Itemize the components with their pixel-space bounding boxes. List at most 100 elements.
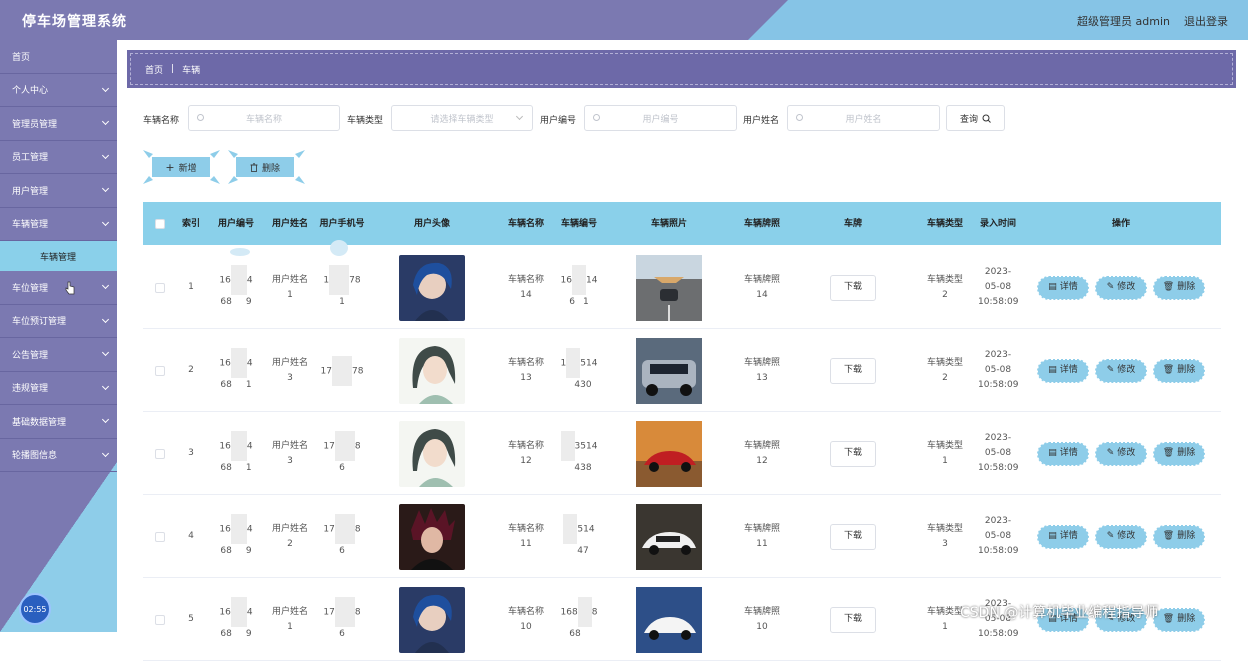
vehicle-name-input[interactable]: 车辆名称	[188, 105, 340, 131]
sidebar-item-a0[interactable]: 首页	[0, 40, 117, 74]
redaction-mask	[334, 597, 355, 627]
sidebar-item-b5[interactable]: 轮播图信息	[0, 439, 117, 472]
detail-button[interactable]: ▤ 详情	[1037, 441, 1089, 466]
avatar	[367, 578, 497, 661]
sidebar-subitem-vehicle-management[interactable]: 车辆管理	[0, 241, 117, 271]
row-checkbox[interactable]	[153, 329, 167, 412]
user-no-cell: 16 4 68 9	[211, 495, 261, 578]
sidebar-item-b4[interactable]: 基础数据管理	[0, 405, 117, 439]
sidebar-item-b1[interactable]: 车位预订管理	[0, 305, 117, 338]
vehicle-no-part: 16	[560, 275, 572, 286]
row-checkbox[interactable]	[153, 412, 167, 495]
vehicle-name-cell: 车辆名称13	[497, 329, 555, 412]
user-name: 用户姓名3	[271, 357, 308, 383]
sidebar-item-label: 首页	[12, 52, 31, 63]
vehicle-plate: 车辆牌照12	[743, 440, 780, 466]
download-button[interactable]: 下载	[830, 523, 876, 550]
row-delete-button[interactable]: 🗑 删除	[1153, 524, 1205, 549]
edit-button[interactable]: ✎ 修改	[1095, 275, 1147, 300]
sidebar-item-a4[interactable]: 用户管理	[0, 174, 117, 208]
row-checkbox[interactable]	[153, 495, 167, 578]
sidebar-item-label: 车位管理	[12, 283, 49, 294]
trash-icon: 🗑	[1162, 282, 1175, 292]
column-header[interactable]: 索引	[171, 202, 211, 245]
download-button[interactable]: 下载	[830, 440, 876, 467]
row-index: 1	[188, 282, 194, 292]
sidebar-item-b3[interactable]: 违规管理	[0, 372, 117, 405]
detail-button[interactable]: ▤ 详情	[1037, 524, 1089, 549]
index-cell: 2	[171, 329, 211, 412]
chevron-down-icon	[101, 315, 110, 323]
column-header[interactable]: 车辆编号	[555, 202, 603, 245]
operations-cell: ▤ 详情 ✎ 修改 🗑 删除	[1021, 246, 1221, 329]
row-checkbox[interactable]	[153, 246, 167, 329]
redaction-mask	[332, 355, 352, 386]
sidebar-item-a2[interactable]: 管理员管理	[0, 107, 117, 141]
vehicle-name-cell: 车辆名称12	[497, 412, 555, 495]
detail-label: 详情	[1059, 282, 1078, 292]
user-no-part: 4	[246, 441, 253, 452]
vehicle-name: 车辆名称14	[507, 274, 544, 300]
sidebar-item-a1[interactable]: 个人中心	[0, 74, 117, 107]
download-label: 下载	[843, 448, 862, 458]
document-icon: ▤	[1048, 365, 1057, 375]
chevron-down-icon	[101, 84, 110, 92]
user-no-part: 16	[219, 607, 231, 618]
sidebar-item-a3[interactable]: 员工管理	[0, 141, 117, 174]
vehicle-no-part: 8	[591, 607, 598, 618]
row-checkbox[interactable]	[153, 578, 167, 661]
sidebar-item-b2[interactable]: 公告管理	[0, 338, 117, 372]
redaction-mask	[560, 431, 575, 461]
column-header[interactable]: 用户手机号	[317, 202, 367, 245]
column-header[interactable]: 录入时间	[975, 202, 1021, 245]
column-header[interactable]: 车辆牌照	[713, 202, 811, 245]
sidebar-item-a5[interactable]: 车辆管理	[0, 208, 117, 241]
vehicle-type-select[interactable]: 请选择车辆类型	[391, 105, 533, 131]
edit-button[interactable]: ✎ 修改	[1095, 358, 1147, 383]
column-header[interactable]: 操作	[1021, 202, 1221, 245]
phone-part: 17	[323, 441, 335, 452]
row-delete-button[interactable]: 🗑 删除	[1153, 358, 1205, 383]
edit-icon: ✎	[1106, 282, 1115, 292]
vehicle-no-part: 1	[583, 297, 589, 307]
edit-button[interactable]: ✎ 修改	[1095, 524, 1147, 549]
search-icon	[197, 114, 204, 121]
detail-button[interactable]: ▤ 详情	[1037, 275, 1089, 300]
vehicle-no-cell: 168 8 68	[555, 578, 603, 661]
sidebar-item-b0[interactable]: 车位管理	[0, 271, 117, 305]
edit-button[interactable]: ✎ 修改	[1095, 441, 1147, 466]
breadcrumb-home[interactable]: 首页	[145, 63, 163, 76]
user-no-input[interactable]: 用户编号	[584, 105, 737, 131]
phone-part: 8	[354, 607, 361, 618]
download-button[interactable]: 下载	[830, 357, 876, 384]
row-delete-button[interactable]: 🗑 删除	[1153, 275, 1205, 300]
download-button[interactable]: 下载	[830, 606, 876, 633]
row-delete-button[interactable]: 🗑 删除	[1153, 607, 1205, 632]
clock-widget[interactable]: 02:55	[19, 593, 51, 625]
phone-part: 1	[339, 297, 345, 307]
chevron-down-icon	[101, 184, 110, 193]
entry-time: 2023-05-08 10:58:09	[978, 516, 1019, 556]
download-button[interactable]: 下载	[830, 274, 876, 301]
logout-link[interactable]: 退出登录	[1184, 13, 1228, 29]
column-header[interactable]: 车辆名称	[497, 202, 555, 245]
mouse-cursor-icon	[65, 281, 75, 295]
select-all-checkbox[interactable]	[153, 202, 167, 245]
row-delete-button[interactable]: 🗑 删除	[1153, 441, 1205, 466]
avatar	[367, 246, 497, 329]
column-header[interactable]: 车牌	[811, 202, 895, 245]
user-no-part: 1	[245, 380, 252, 390]
sidebar-item-label: 用户管理	[12, 186, 49, 197]
query-button[interactable]: 查询	[946, 105, 1005, 131]
phone-part: 17	[323, 607, 335, 618]
user-name-input[interactable]: 用户姓名	[787, 105, 940, 131]
column-header[interactable]: 用户姓名	[263, 202, 317, 245]
column-header[interactable]: 用户头像	[367, 202, 497, 245]
sidebar-item-label: 基础数据管理	[12, 417, 67, 428]
table-header: 索引 用户编号 用户姓名 用户手机号 用户头像 车辆名称 车辆编号 车辆照片 车辆牌照 车牌 车辆类…	[143, 202, 1221, 245]
redaction-mask	[230, 597, 247, 627]
plate-cell: 车辆牌照11	[713, 495, 811, 578]
column-header[interactable]: 用户编号	[211, 202, 261, 245]
download-label: 下载	[843, 282, 862, 292]
detail-button[interactable]: ▤ 详情	[1037, 358, 1089, 383]
